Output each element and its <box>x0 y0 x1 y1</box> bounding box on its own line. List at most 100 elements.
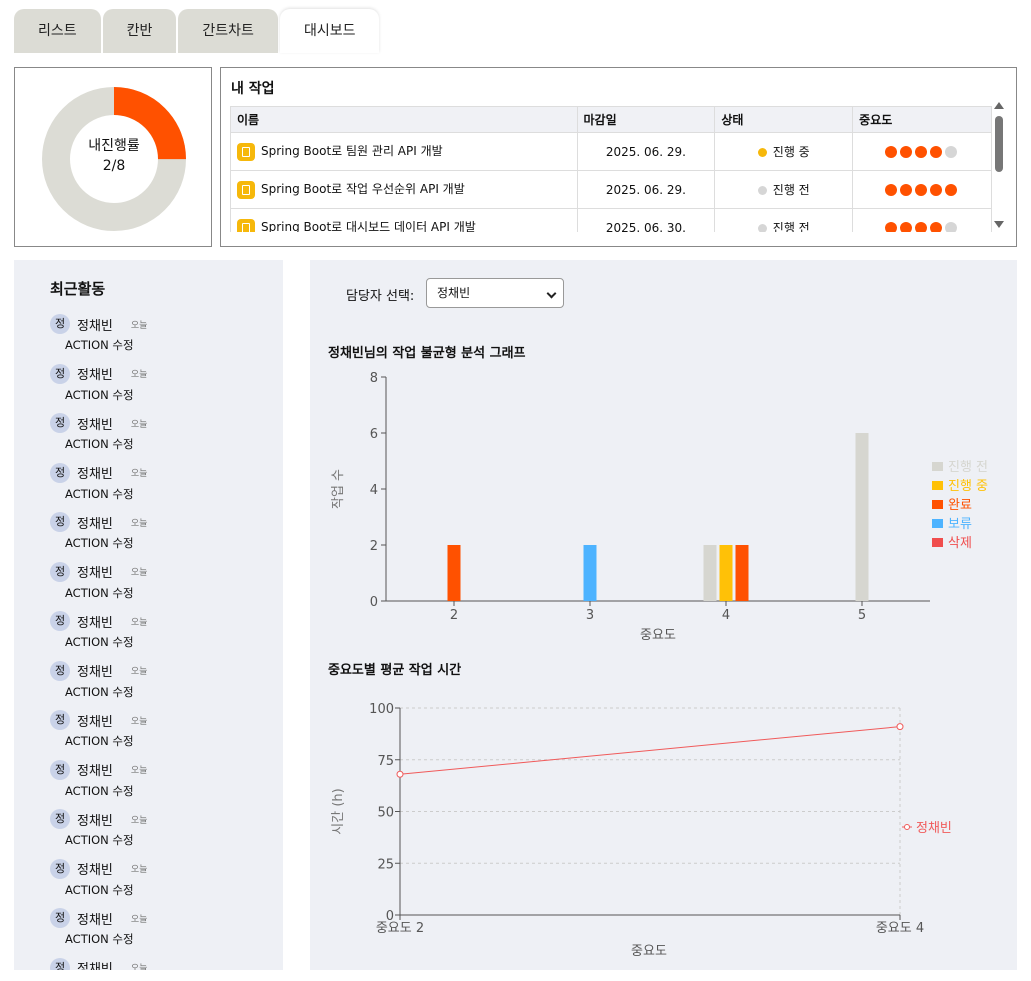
avatar: 정 <box>50 611 70 631</box>
tab-3[interactable]: 대시보드 <box>279 9 380 53</box>
table-row[interactable]: Spring Boot로 대시보드 데이터 API 개발 2025. 06. 30… <box>230 208 992 232</box>
task-status: 진행 중 <box>772 145 810 159</box>
col-due[interactable]: 마감일 <box>576 106 716 133</box>
activity-desc: ACTION 수정 <box>65 932 134 946</box>
importance-dot <box>884 146 897 158</box>
view-tabs: 리스트 칸반 간트차트 대시보드 <box>14 9 381 53</box>
importance-dot <box>914 184 927 196</box>
assignee-label: 담당자 선택: <box>346 289 415 304</box>
analysis-panel: 담당자 선택: 정채빈 정채빈님의 작업 불균형 분석 그래프 0 2 4 6 8 2 3 4… <box>310 260 1017 970</box>
progress-value: 2/8 <box>102 158 126 174</box>
task-due: 2025. 06. 30. <box>576 208 716 232</box>
activity-desc: ACTION 수정 <box>65 338 134 352</box>
list-item: 정정채빈오늘ACTION 수정 <box>50 313 147 363</box>
activity-desc: ACTION 수정 <box>65 783 134 798</box>
my-tasks-table-wrap: 이름 마감일 상태 중요도 Spring Boot로 팀원 관리 API 개발 2… <box>230 106 992 232</box>
activity-list: 정 정채빈 오늘 ACTION 수정 정 정채빈 오늘 ACTION 수정 정 정채빈 오늘 ACTI… <box>50 313 147 970</box>
col-name[interactable]: 이름 <box>230 106 578 133</box>
activity-desc: ACTION 수정 <box>65 684 134 699</box>
importance-dot <box>914 222 927 232</box>
x-tick-label: 5 <box>858 608 866 623</box>
activity-time: 오늘 <box>130 914 148 925</box>
legend-label: 진행 중 <box>948 478 988 494</box>
activity-time: 오늘 <box>130 964 148 970</box>
activity-time: 오늘 <box>130 617 148 628</box>
list-item: 정정채빈오늘ACTION 수정 <box>50 957 148 970</box>
activity-time: 오늘 <box>130 667 148 677</box>
avatar: 정 <box>50 660 70 681</box>
status-dot <box>757 148 767 157</box>
task-importance <box>852 132 992 171</box>
activity-user: 정채빈 <box>77 665 113 680</box>
document-icon <box>237 218 255 232</box>
y-tick-label: 4 <box>370 483 378 498</box>
list-item: 정정채빈오늘ACTION 수정 <box>50 858 147 908</box>
task-status: 진행 전 <box>772 221 810 232</box>
activity-time: 오늘 <box>130 370 148 380</box>
task-status-cell: 진행 전 <box>714 208 854 232</box>
my-tasks-card: 내 작업 이름 마감일 상태 중요도 Spring Boot로 팀원 관리 AP… <box>220 67 1017 247</box>
col-status[interactable]: 상태 <box>714 106 854 133</box>
table-scrollbar[interactable] <box>992 100 1006 230</box>
avatar: 정 <box>50 710 70 730</box>
task-importance <box>852 170 992 209</box>
task-name-cell[interactable]: Spring Boot로 팀원 관리 API 개발 <box>230 132 578 171</box>
col-importance[interactable]: 중요도 <box>852 106 992 133</box>
bar-완료 <box>447 545 461 601</box>
legend-label: 진행 전 <box>948 459 988 475</box>
task-name-cell[interactable]: Spring Boot로 작업 우선순위 API 개발 <box>230 170 578 209</box>
activity-user: 정채빈 <box>77 417 113 433</box>
x-tick-label: 3 <box>586 608 594 623</box>
line-chart-title: 중요도별 평균 작업 시간 <box>328 663 462 678</box>
task-status-cell: 진행 전 <box>714 170 854 209</box>
y-axis-label: 시간 (h) <box>331 788 346 834</box>
y-axis-label: 작업 수 <box>331 469 346 509</box>
importance-dot <box>944 184 957 196</box>
x-tick-label: 중요도 2 <box>376 921 424 936</box>
avatar: 정 <box>50 957 70 970</box>
progress-card: 내진행률 2/8 <box>14 67 212 247</box>
scroll-thumb[interactable] <box>995 116 1003 172</box>
assignee-select[interactable]: 정채빈 <box>426 278 564 308</box>
activity-time: 오늘 <box>130 815 148 826</box>
bar-진행 중 <box>719 545 733 601</box>
legend-swatch <box>932 481 943 490</box>
avatar: 정 <box>50 858 70 879</box>
legend-label: 정채빈 <box>916 821 952 836</box>
task-name: Spring Boot로 팀원 관리 API 개발 <box>261 144 443 159</box>
x-axis-label: 중요도 <box>631 944 667 959</box>
legend-swatch <box>932 519 943 528</box>
activity-desc: ACTION 수정 <box>65 536 134 550</box>
tab-1[interactable]: 칸반 <box>102 9 177 53</box>
scroll-up-icon[interactable] <box>994 102 1004 109</box>
assignee-selected: 정채빈 <box>437 286 471 300</box>
avatar: 정 <box>50 809 70 829</box>
legend-swatch <box>932 500 943 509</box>
bar-진행 전 <box>703 545 717 601</box>
activity-time: 오늘 <box>130 716 148 727</box>
progress-text: 내진행률 2/8 <box>15 136 213 176</box>
tab-2[interactable]: 간트차트 <box>178 9 278 53</box>
avatar: 정 <box>50 462 70 483</box>
y-tick-label: 6 <box>370 427 378 442</box>
table-row[interactable]: Spring Boot로 팀원 관리 API 개발 2025. 06. 29. 진행… <box>230 132 992 171</box>
activity-user: 정채빈 <box>77 912 113 928</box>
scroll-down-icon[interactable] <box>994 221 1004 228</box>
list-item: 정정채빈오늘ACTION 수정 <box>50 709 147 759</box>
x-tick-label: 4 <box>722 608 730 623</box>
importance-dot <box>929 184 942 196</box>
list-item: 정정채빈오늘ACTION 수정 <box>50 759 147 809</box>
list-item: 정정채빈오늘ACTION 수정 <box>50 610 147 660</box>
task-name-cell[interactable]: Spring Boot로 대시보드 데이터 API 개발 <box>230 208 578 232</box>
tab-0[interactable]: 리스트 <box>14 9 101 53</box>
activity-user: 정채빈 <box>77 813 113 829</box>
table-row[interactable]: Spring Boot로 작업 우선순위 API 개발 2025. 06. 29.… <box>230 170 992 209</box>
task-status: 진행 전 <box>772 183 810 197</box>
activity-user: 정채빈 <box>77 516 113 532</box>
list-item: 정정채빈오늘ACTION 수정 <box>50 907 147 957</box>
task-due: 2025. 06. 29. <box>576 170 716 209</box>
importance-dot <box>899 146 912 158</box>
importance-dot <box>884 222 897 232</box>
activity-desc: ACTION 수정 <box>65 387 134 402</box>
importance-dot <box>944 146 957 158</box>
